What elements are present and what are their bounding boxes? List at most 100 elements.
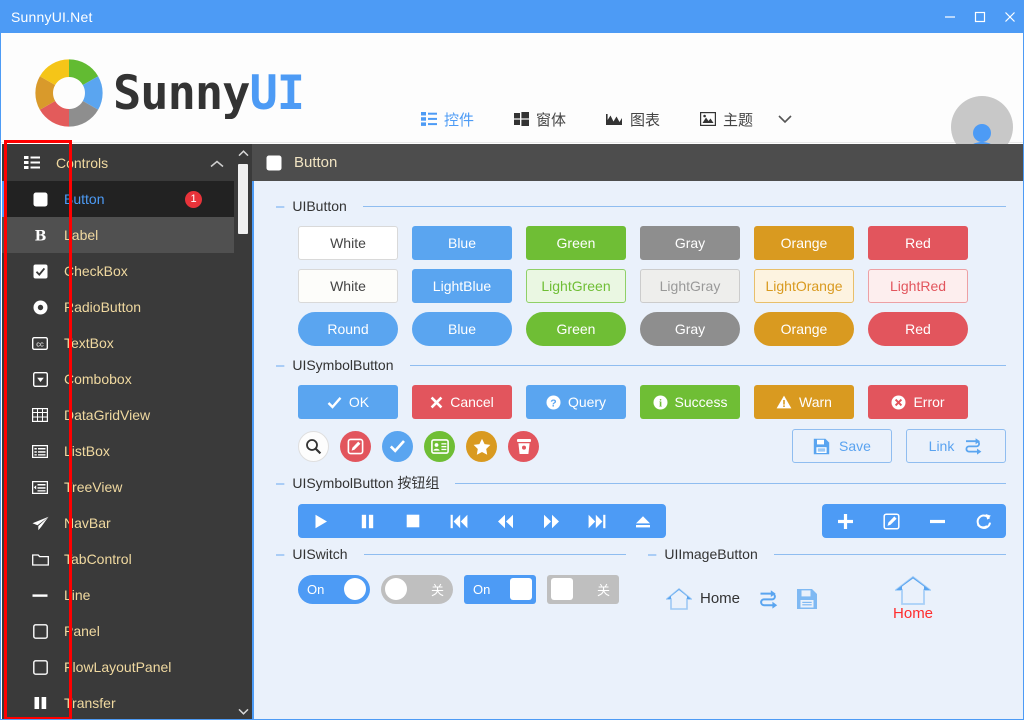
play-button[interactable] xyxy=(298,504,344,538)
symbol-button-error[interactable]: Error xyxy=(868,385,968,419)
group-divider xyxy=(455,482,1006,484)
save-button[interactable]: Save xyxy=(792,429,892,463)
switch-round-off[interactable]: 关 xyxy=(381,575,453,604)
image-button-link[interactable] xyxy=(757,589,779,609)
button-white-light[interactable]: White xyxy=(298,269,398,303)
sidebar-item-checkbox[interactable]: CheckBox xyxy=(2,253,252,289)
chart-mountain-icon xyxy=(606,112,623,126)
remove-button[interactable] xyxy=(914,504,960,538)
fast-forward-button[interactable] xyxy=(528,504,574,538)
check-icon xyxy=(327,396,342,409)
stop-button[interactable] xyxy=(390,504,436,538)
refresh-icon xyxy=(976,513,991,529)
sidebar-item-label: FlowLayoutPanel xyxy=(64,659,172,675)
circle-button-edit[interactable] xyxy=(340,430,371,462)
scroll-down-icon[interactable] xyxy=(234,702,252,719)
tab-themes-label: 主题 xyxy=(723,111,754,129)
trash-icon xyxy=(516,438,531,454)
button-gray[interactable]: Gray xyxy=(640,226,740,260)
button-orange[interactable]: Orange xyxy=(754,226,854,260)
group-label: UISymbolButton xyxy=(292,357,394,373)
switch-row: On 关 On 关 xyxy=(298,575,626,604)
button-lightgray[interactable]: LightGray xyxy=(640,269,740,303)
close-button[interactable] xyxy=(995,1,1023,33)
symbol-button-query[interactable]: ? Query xyxy=(526,385,626,419)
sidebar-item-transfer[interactable]: Transfer xyxy=(2,685,252,719)
sidebar-item-treeview[interactable]: TreeView xyxy=(2,469,252,505)
scrollbar-thumb[interactable] xyxy=(238,164,248,234)
refresh-button[interactable] xyxy=(960,504,1006,538)
button-green[interactable]: Green xyxy=(526,226,626,260)
button-lightred[interactable]: LightRed xyxy=(868,269,968,303)
add-button[interactable] xyxy=(822,504,868,538)
group-uisymbolbutton-group: – UISymbolButton 按钮组 xyxy=(276,472,1006,538)
circle-button-check[interactable] xyxy=(382,430,413,462)
minimize-button[interactable] xyxy=(935,1,965,33)
sidebar-item-combobox[interactable]: Combobox xyxy=(2,361,252,397)
sidebar-header[interactable]: Controls xyxy=(2,144,252,181)
symbol-button-cancel[interactable]: Cancel xyxy=(412,385,512,419)
scroll-up-icon[interactable] xyxy=(234,144,252,162)
button-round[interactable]: Round xyxy=(298,312,398,346)
edit-button[interactable] xyxy=(868,504,914,538)
sidebar-item-radiobutton[interactable]: RadioButton xyxy=(2,289,252,325)
button-round-blue[interactable]: Blue xyxy=(412,312,512,346)
switch-square-on[interactable]: On xyxy=(464,575,536,604)
circle-button-star[interactable] xyxy=(466,430,497,462)
link-exchange-icon xyxy=(760,589,778,609)
button-round-orange[interactable]: Orange xyxy=(754,312,854,346)
sidebar-item-line[interactable]: Line xyxy=(2,577,252,613)
button-lightgreen[interactable]: LightGreen xyxy=(526,269,626,303)
circle-button-trash[interactable] xyxy=(508,430,539,462)
symbol-button-success[interactable]: i Success xyxy=(640,385,740,419)
link-button[interactable]: Link xyxy=(906,429,1006,463)
symbol-button-ok[interactable]: OK xyxy=(298,385,398,419)
sidebar-item-panel[interactable]: Panel xyxy=(2,613,252,649)
pause-button[interactable] xyxy=(344,504,390,538)
sidebar-item-flowlayoutpanel[interactable]: FlowLayoutPanel xyxy=(2,649,252,685)
sidebar-header-label: Controls xyxy=(56,154,109,171)
switch-round-on[interactable]: On xyxy=(298,575,370,604)
sidebar-item-label: Label xyxy=(64,227,99,243)
switch-square-off[interactable]: 关 xyxy=(547,575,619,604)
image-button-home-vertical[interactable]: Home xyxy=(893,575,933,622)
group-title-uibutton: – UIButton xyxy=(276,195,1006,217)
sidebar-item-label: Line xyxy=(64,587,91,603)
star-icon xyxy=(473,438,490,455)
button-lightorange[interactable]: LightOrange xyxy=(754,269,854,303)
sidebar-item-navbar[interactable]: NavBar xyxy=(2,505,252,541)
sidebar-item-listbox[interactable]: ListBox xyxy=(2,433,252,469)
button-red[interactable]: Red xyxy=(868,226,968,260)
maximize-button[interactable] xyxy=(965,1,995,33)
button-white[interactable]: White xyxy=(298,226,398,260)
button-round-green[interactable]: Green xyxy=(526,312,626,346)
symbol-button-warn[interactable]: Warn xyxy=(754,385,854,419)
sidebar-item-label-control[interactable]: B Label xyxy=(2,217,252,253)
chevron-down-icon[interactable] xyxy=(773,114,797,124)
sidebar-item-textbox[interactable]: cc TextBox xyxy=(2,325,252,361)
content-header: Button xyxy=(252,144,1023,181)
address-card-icon xyxy=(430,438,449,454)
button-lightblue[interactable]: LightBlue xyxy=(412,269,512,303)
square-outline-icon xyxy=(28,623,52,639)
step-forward-button[interactable] xyxy=(574,504,620,538)
button-round-gray[interactable]: Gray xyxy=(640,312,740,346)
sidebar-item-datagridview[interactable]: DataGridView xyxy=(2,397,252,433)
button-round-red[interactable]: Red xyxy=(868,312,968,346)
image-button-save[interactable] xyxy=(796,588,818,610)
grid-table-icon xyxy=(28,408,52,422)
save-button-label: Save xyxy=(839,438,871,454)
group-uisymbolbutton: – UISymbolButton OK Cancel ? Query i Suc… xyxy=(276,354,1006,463)
sidebar-item-button[interactable]: Button 1 xyxy=(2,181,252,217)
circle-button-address-card[interactable] xyxy=(424,430,455,462)
sidebar-scrollbar[interactable] xyxy=(234,144,252,719)
chevron-up-icon[interactable] xyxy=(210,155,224,171)
button-blue[interactable]: Blue xyxy=(412,226,512,260)
step-backward-button[interactable] xyxy=(436,504,482,538)
image-button-home[interactable]: Home xyxy=(666,587,740,611)
sidebar-item-tabcontrol[interactable]: TabControl xyxy=(2,541,252,577)
fast-backward-icon xyxy=(497,514,513,528)
circle-button-search[interactable] xyxy=(298,430,329,462)
eject-button[interactable] xyxy=(620,504,666,538)
fast-backward-button[interactable] xyxy=(482,504,528,538)
